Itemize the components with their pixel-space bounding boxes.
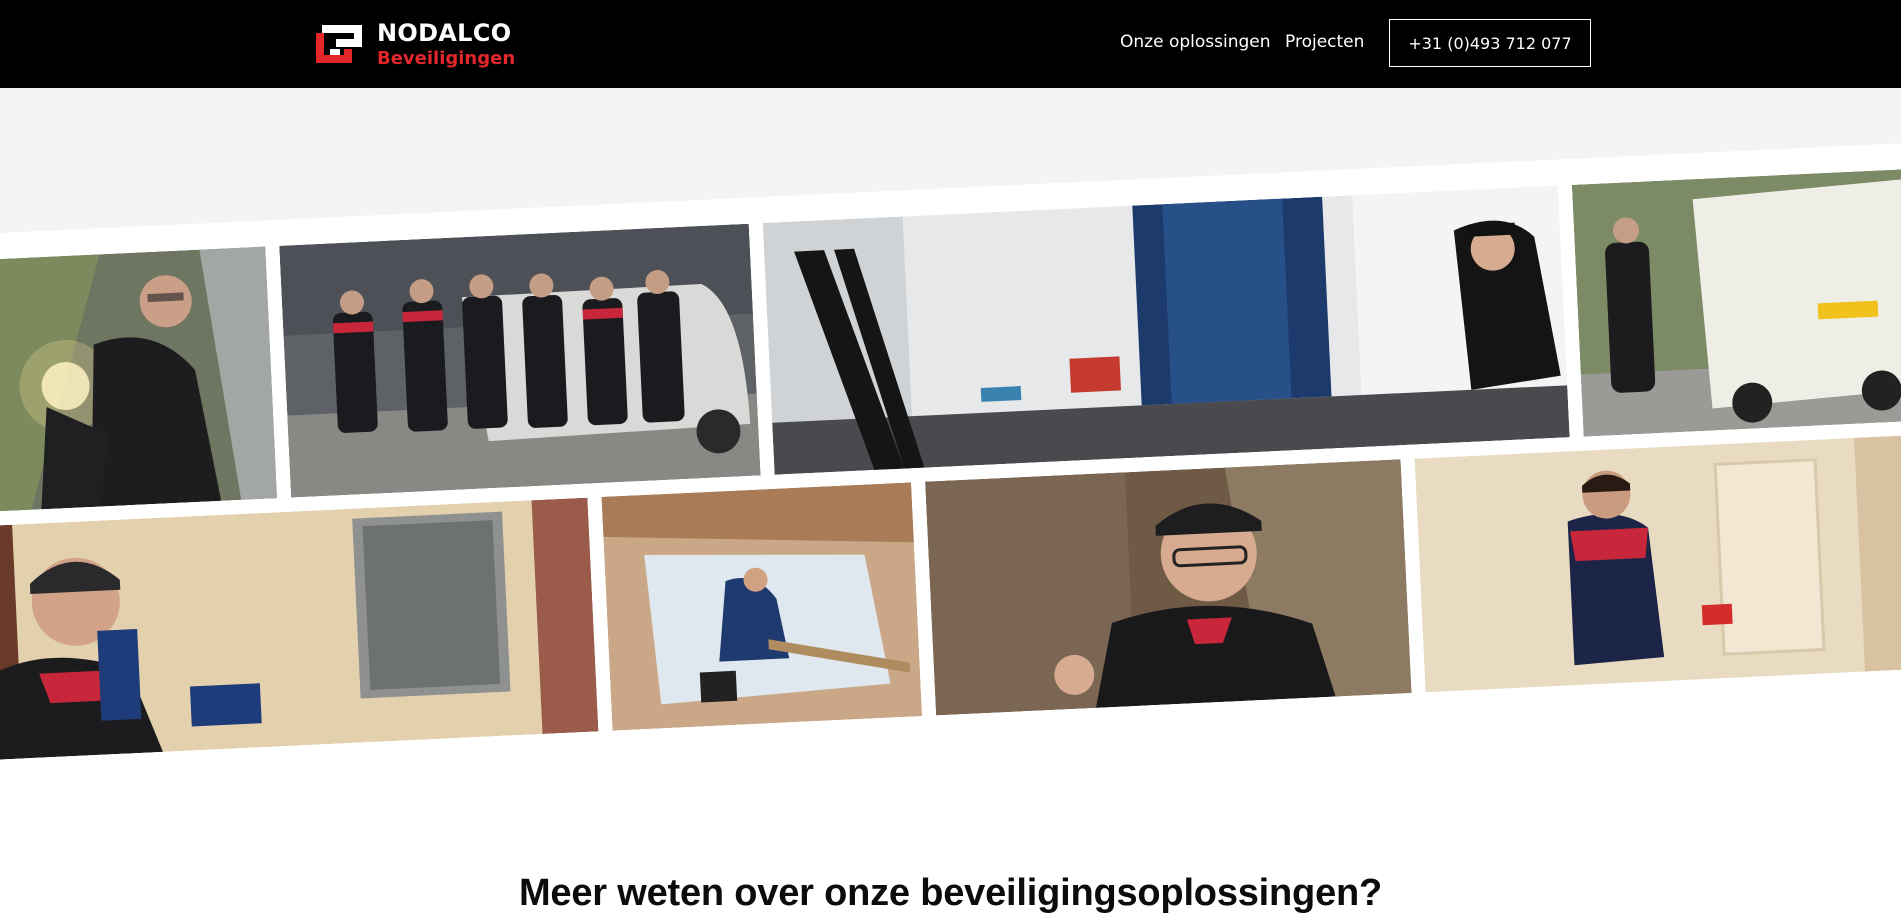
- technician-with-drill-photo: [0, 497, 599, 761]
- nav-link-onze-oplossingen[interactable]: Onze oplossingen: [1120, 32, 1271, 52]
- office-renovation-photo: [762, 185, 1570, 475]
- site-header: NODALCO Beveiligingen Onze oplossingen P…: [0, 0, 1901, 88]
- brand-text: NODALCO Beveiligingen: [377, 21, 515, 68]
- brand-name: NODALCO: [377, 18, 512, 47]
- technician-with-lamp-photo: [0, 246, 278, 513]
- attic-wiring-photo: [601, 482, 923, 731]
- technician-near-van-photo: [1571, 168, 1901, 437]
- team-by-van-photo: [279, 223, 761, 498]
- phone-button[interactable]: +31 (0)493 712 077: [1389, 19, 1591, 67]
- brand-logo[interactable]: NODALCO Beveiligingen: [310, 18, 515, 70]
- photo-collage: [0, 140, 1901, 776]
- technician-installing-wall-photo: [1414, 434, 1901, 693]
- brand-subtitle: Beveiligingen: [377, 47, 516, 69]
- nodalco-logo-mark-icon: [316, 25, 362, 63]
- cta-title: Meer weten over onze beveiligingsoplossi…: [518, 872, 1383, 914]
- nav-link-projecten[interactable]: Projecten: [1285, 32, 1364, 52]
- selfie-thumbs-up-photo: [925, 459, 1412, 716]
